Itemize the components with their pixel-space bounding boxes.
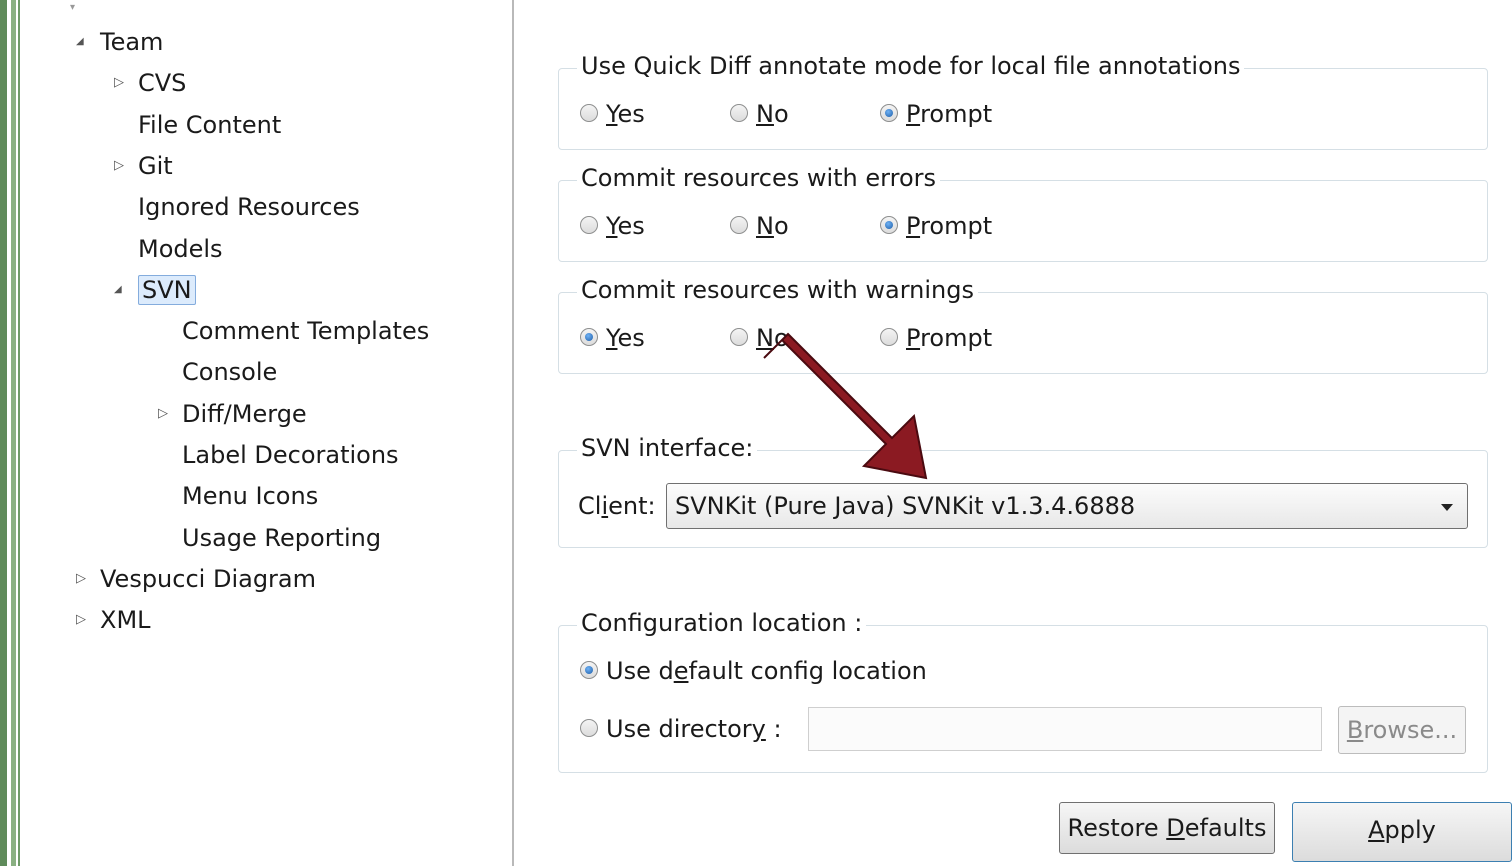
annotation-arrow-icon [763, 332, 928, 480]
